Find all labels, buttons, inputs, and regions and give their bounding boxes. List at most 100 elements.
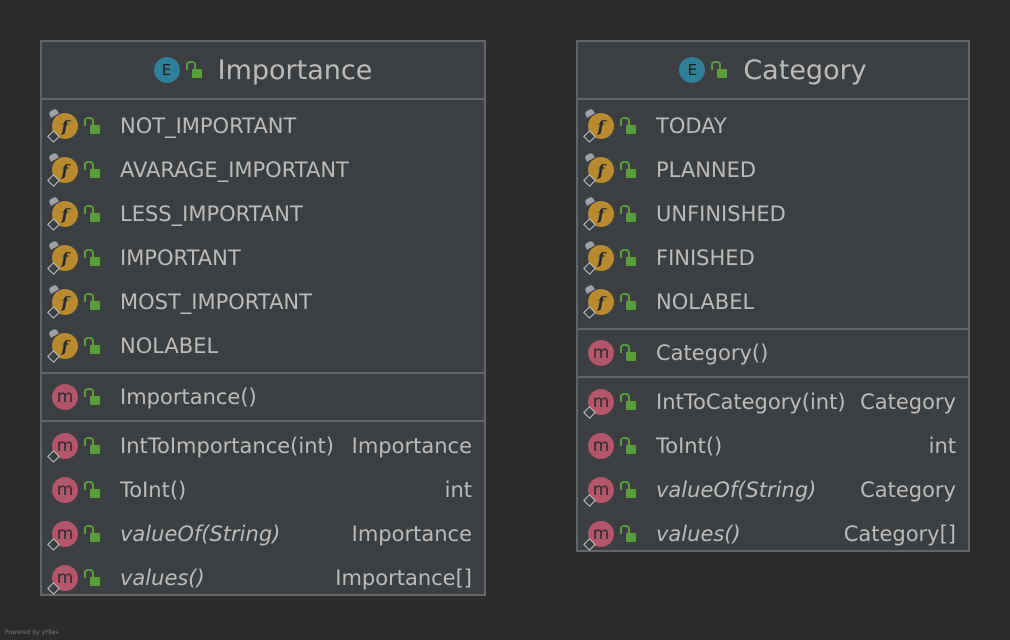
public-lock-icon bbox=[620, 292, 636, 310]
powered-by-label: Powered by yFiles bbox=[5, 629, 59, 636]
static-method-icon: m bbox=[583, 477, 614, 507]
method-icon: m bbox=[52, 477, 78, 503]
method-row[interactable]: m valueOf(String) Category bbox=[578, 468, 968, 512]
field-name: IMPORTANT bbox=[120, 246, 241, 270]
constructor-name: Category() bbox=[656, 341, 769, 365]
method-name: values() bbox=[656, 522, 741, 546]
methods-section: m IntToCategory(int) Category m ToInt() … bbox=[578, 378, 968, 558]
public-lock-icon bbox=[84, 116, 100, 134]
method-name: valueOf(String) bbox=[656, 478, 817, 502]
method-icon: m bbox=[588, 433, 614, 459]
return-type: int bbox=[928, 434, 956, 458]
constructor-row[interactable]: m Category() bbox=[578, 331, 968, 375]
methods-section: m IntToImportance(int) Importance m ToIn… bbox=[42, 422, 484, 602]
static-method-icon: m bbox=[47, 521, 78, 551]
field-row[interactable]: f LESS_IMPORTANT bbox=[42, 192, 484, 236]
public-lock-icon bbox=[620, 524, 636, 542]
method-row[interactable]: m values() Importance[] bbox=[42, 556, 484, 600]
return-type: Category bbox=[860, 390, 956, 414]
field-icon: f bbox=[583, 240, 614, 275]
public-lock-icon bbox=[620, 204, 636, 222]
field-row[interactable]: f UNFINISHED bbox=[578, 192, 968, 236]
field-row[interactable]: f NOLABEL bbox=[578, 280, 968, 324]
return-type: Importance[] bbox=[335, 566, 472, 590]
public-lock-icon bbox=[185, 60, 202, 78]
class-category[interactable]: E Category f TODAY f PLANNED f UNFINISHE… bbox=[576, 40, 970, 552]
method-name: valueOf(String) bbox=[120, 522, 281, 546]
static-method-icon: m bbox=[47, 433, 78, 463]
public-lock-icon bbox=[620, 436, 636, 454]
public-lock-icon bbox=[84, 160, 100, 178]
public-lock-icon bbox=[84, 336, 100, 354]
public-lock-icon bbox=[84, 480, 100, 498]
method-icon: m bbox=[588, 340, 614, 366]
field-name: AVARAGE_IMPORTANT bbox=[120, 158, 349, 182]
field-name: PLANNED bbox=[656, 158, 757, 182]
constructor-row[interactable]: m Importance() bbox=[42, 375, 484, 419]
field-icon: f bbox=[583, 108, 614, 143]
method-name: ToInt() bbox=[120, 478, 187, 502]
method-row[interactable]: m IntToCategory(int) Category bbox=[578, 380, 968, 424]
field-icon: f bbox=[583, 152, 614, 187]
public-lock-icon bbox=[84, 568, 100, 586]
return-type: Category bbox=[860, 478, 956, 502]
public-lock-icon bbox=[84, 292, 100, 310]
public-lock-icon bbox=[620, 480, 636, 498]
field-row[interactable]: f NOT_IMPORTANT bbox=[42, 104, 484, 148]
field-name: NOLABEL bbox=[656, 290, 755, 314]
field-icon: f bbox=[47, 196, 78, 231]
method-name: IntToImportance(int) bbox=[120, 434, 334, 458]
method-row[interactable]: m ToInt() int bbox=[578, 424, 968, 468]
field-icon: f bbox=[47, 108, 78, 143]
method-row[interactable]: m values() Category[] bbox=[578, 512, 968, 556]
return-type: int bbox=[444, 478, 472, 502]
return-type: Importance bbox=[351, 522, 472, 546]
field-row[interactable]: f IMPORTANT bbox=[42, 236, 484, 280]
field-row[interactable]: f NOLABEL bbox=[42, 324, 484, 368]
constructors-section: m Category() bbox=[578, 330, 968, 378]
class-header: E Importance bbox=[42, 42, 484, 100]
public-lock-icon bbox=[620, 160, 636, 178]
field-name: NOT_IMPORTANT bbox=[120, 114, 297, 138]
field-row[interactable]: f MOST_IMPORTANT bbox=[42, 280, 484, 324]
field-row[interactable]: f TODAY bbox=[578, 104, 968, 148]
field-icon: f bbox=[47, 152, 78, 187]
public-lock-icon bbox=[84, 436, 100, 454]
constructors-section: m Importance() bbox=[42, 374, 484, 422]
return-type: Category[] bbox=[843, 522, 956, 546]
method-name: values() bbox=[120, 566, 205, 590]
public-lock-icon bbox=[620, 116, 636, 134]
method-icon: m bbox=[52, 384, 78, 410]
field-icon: f bbox=[47, 240, 78, 275]
static-method-icon: m bbox=[47, 565, 78, 595]
field-icon: f bbox=[583, 284, 614, 319]
field-name: LESS_IMPORTANT bbox=[120, 202, 303, 226]
field-row[interactable]: f FINISHED bbox=[578, 236, 968, 280]
enum-icon: E bbox=[153, 57, 180, 83]
return-type: Importance bbox=[351, 434, 472, 458]
public-lock-icon bbox=[84, 387, 100, 405]
enum-icon: E bbox=[679, 57, 706, 83]
class-header: E Category bbox=[578, 42, 968, 100]
public-lock-icon bbox=[711, 60, 728, 78]
static-method-icon: m bbox=[583, 521, 614, 551]
class-title: Importance bbox=[217, 54, 373, 86]
method-row[interactable]: m IntToImportance(int) Importance bbox=[42, 424, 484, 468]
field-name: MOST_IMPORTANT bbox=[120, 290, 312, 314]
public-lock-icon bbox=[84, 524, 100, 542]
method-name: IntToCategory(int) bbox=[656, 390, 846, 414]
static-method-icon: m bbox=[583, 389, 614, 419]
field-icon: f bbox=[583, 196, 614, 231]
method-row[interactable]: m ToInt() int bbox=[42, 468, 484, 512]
field-row[interactable]: f AVARAGE_IMPORTANT bbox=[42, 148, 484, 192]
field-icon: f bbox=[47, 328, 78, 363]
method-name: ToInt() bbox=[656, 434, 723, 458]
method-row[interactable]: m valueOf(String) Importance bbox=[42, 512, 484, 556]
fields-section: f NOT_IMPORTANT f AVARAGE_IMPORTANT f LE… bbox=[42, 100, 484, 374]
class-importance[interactable]: E Importance f NOT_IMPORTANT f AVARAGE_I… bbox=[40, 40, 486, 596]
public-lock-icon bbox=[84, 248, 100, 266]
field-name: TODAY bbox=[656, 114, 727, 138]
field-name: UNFINISHED bbox=[656, 202, 786, 226]
field-row[interactable]: f PLANNED bbox=[578, 148, 968, 192]
public-lock-icon bbox=[84, 204, 100, 222]
